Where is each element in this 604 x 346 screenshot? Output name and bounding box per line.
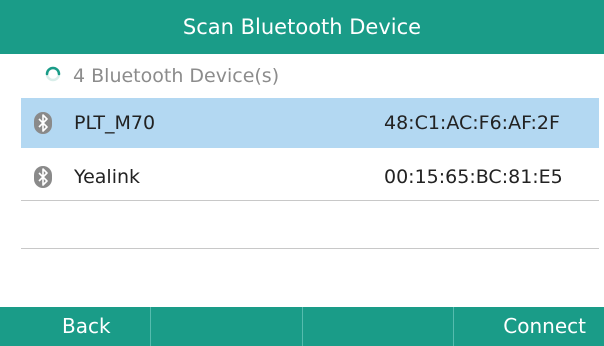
device-count-label: 4 Bluetooth Device(s) xyxy=(73,65,280,87)
bluetooth-icon xyxy=(34,166,52,188)
device-name: Yealink xyxy=(74,166,141,188)
device-row-yealink[interactable]: Yealink 00:15:65:BC:81:E5 xyxy=(21,152,599,202)
softkey-2[interactable] xyxy=(150,307,301,346)
softkey-bar: Back Connect xyxy=(0,307,604,346)
page-title: Scan Bluetooth Device xyxy=(182,15,422,39)
device-row-plt-m70[interactable]: PLT_M70 48:C1:AC:F6:AF:2F xyxy=(21,98,599,148)
back-softkey[interactable]: Back xyxy=(0,307,150,346)
title-bar: Scan Bluetooth Device xyxy=(0,0,604,54)
device-name: PLT_M70 xyxy=(74,112,156,134)
scan-status: 4 Bluetooth Device(s) xyxy=(0,54,604,98)
device-mac: 00:15:65:BC:81:E5 xyxy=(384,166,563,188)
connect-label: Connect xyxy=(503,314,586,338)
softkey-3[interactable] xyxy=(301,307,453,346)
bluetooth-icon xyxy=(34,112,52,134)
connect-softkey[interactable]: Connect xyxy=(452,307,604,346)
phone-screen: Scan Bluetooth Device 4 Bluetooth Device… xyxy=(0,0,604,346)
back-label: Back xyxy=(62,314,111,338)
loading-spinner-icon xyxy=(45,66,61,82)
device-mac: 48:C1:AC:F6:AF:2F xyxy=(384,112,560,134)
row-divider xyxy=(21,248,599,249)
row-divider xyxy=(21,200,599,201)
